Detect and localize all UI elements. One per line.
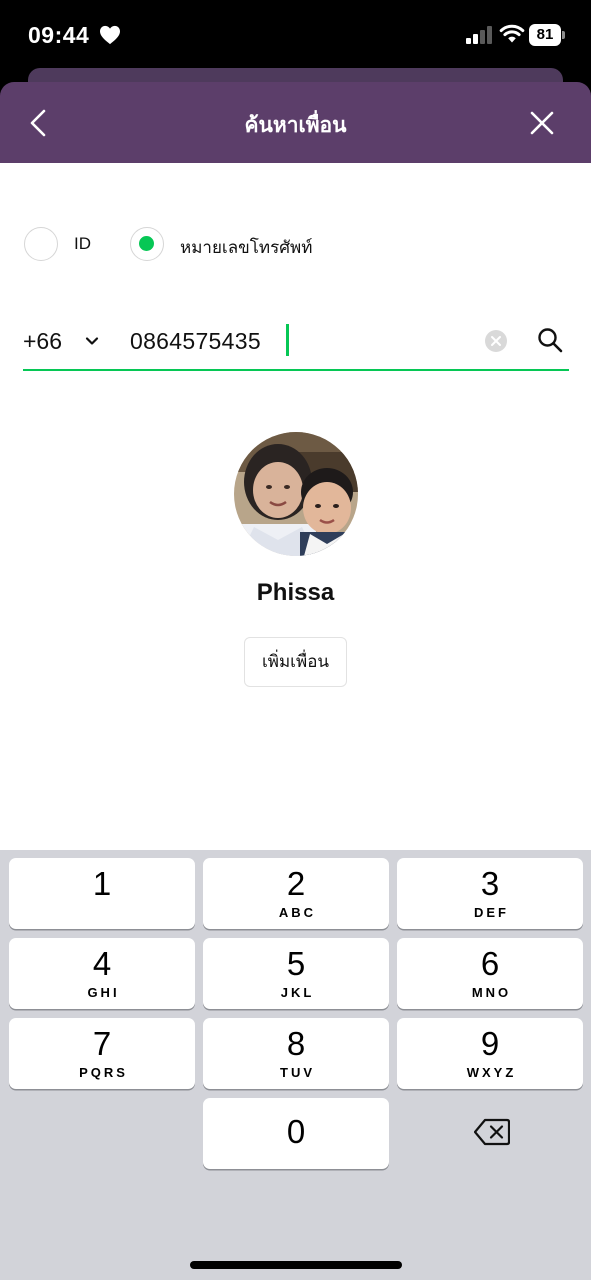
key-4[interactable]: 4 GHI bbox=[9, 938, 195, 1009]
key-digit: 3 bbox=[480, 865, 500, 902]
radio-label-id: ID bbox=[74, 234, 91, 253]
status-bar: 09:44 81 bbox=[0, 0, 591, 72]
key-digit: 4 bbox=[92, 945, 112, 982]
key-digit: 6 bbox=[480, 945, 500, 982]
radio-id[interactable] bbox=[24, 227, 58, 261]
profile-name: Phissa bbox=[256, 579, 335, 606]
header-bar: ค้นหาเพื่อน bbox=[0, 82, 591, 163]
key-7[interactable]: 7 PQRS bbox=[9, 1018, 195, 1089]
search-content: ID หมายเลขโทรศัพท์ +66 0864575435 Phissa… bbox=[0, 163, 591, 850]
key-2[interactable]: 2 ABC bbox=[203, 858, 389, 929]
key-letters: ABC bbox=[278, 905, 317, 920]
profile-avatar bbox=[234, 432, 358, 556]
battery-tip bbox=[562, 31, 565, 39]
home-indicator bbox=[190, 1261, 402, 1269]
key-digit: 8 bbox=[286, 1025, 306, 1062]
key-letters: MNO bbox=[471, 985, 512, 1000]
signal-icon bbox=[466, 26, 492, 44]
add-friend-button[interactable]: เพิ่มเพื่อน bbox=[244, 637, 347, 687]
key-8[interactable]: 8 TUV bbox=[203, 1018, 389, 1089]
battery-icon: 81 bbox=[529, 24, 565, 46]
key-digit: 9 bbox=[480, 1025, 500, 1062]
key-digit: 1 bbox=[92, 865, 112, 902]
key-letters: JKL bbox=[280, 985, 315, 1000]
heart-icon bbox=[100, 25, 120, 45]
key-5[interactable]: 5 JKL bbox=[203, 938, 389, 1009]
key-3[interactable]: 3 DEF bbox=[397, 858, 583, 929]
key-digit: 7 bbox=[92, 1025, 112, 1062]
numeric-keypad: 1 2 ABC 3 DEF 4 GHI 5 JKL 6 MNO 7 PQRS 8… bbox=[0, 850, 591, 1280]
key-letters: PQRS bbox=[79, 1065, 128, 1080]
page-title: ค้นหาเพื่อน bbox=[244, 114, 347, 137]
backspace-icon bbox=[474, 1118, 510, 1146]
country-code-selector[interactable]: +66 bbox=[23, 328, 62, 355]
close-icon[interactable] bbox=[525, 106, 559, 140]
wifi-icon bbox=[499, 24, 525, 43]
key-1[interactable]: 1 bbox=[9, 858, 195, 929]
phone-number-input[interactable]: 0864575435 bbox=[130, 328, 261, 355]
backspace-key[interactable] bbox=[397, 1098, 583, 1169]
radio-label-phone-number: หมายเลขโทรศัพท์ bbox=[180, 238, 313, 258]
key-digit: 2 bbox=[286, 865, 306, 902]
key-letters: GHI bbox=[87, 985, 120, 1000]
status-time: 09:44 bbox=[28, 22, 90, 48]
key-9[interactable]: 9 WXYZ bbox=[397, 1018, 583, 1089]
clear-icon[interactable] bbox=[484, 329, 508, 353]
key-0[interactable]: 0 bbox=[203, 1098, 389, 1169]
radio-phone-number[interactable] bbox=[130, 227, 164, 261]
text-cursor bbox=[286, 324, 289, 356]
key-digit: 5 bbox=[286, 945, 306, 982]
key-digit: 0 bbox=[286, 1113, 306, 1150]
battery-level: 81 bbox=[529, 24, 561, 46]
key-6[interactable]: 6 MNO bbox=[397, 938, 583, 1009]
phone-search-field: +66 0864575435 bbox=[23, 313, 569, 371]
key-letters: DEF bbox=[474, 905, 509, 920]
key-letters: WXYZ bbox=[466, 1065, 517, 1080]
search-icon[interactable] bbox=[537, 327, 563, 353]
key-letters: TUV bbox=[280, 1065, 315, 1080]
chevron-down-icon[interactable] bbox=[85, 334, 99, 348]
